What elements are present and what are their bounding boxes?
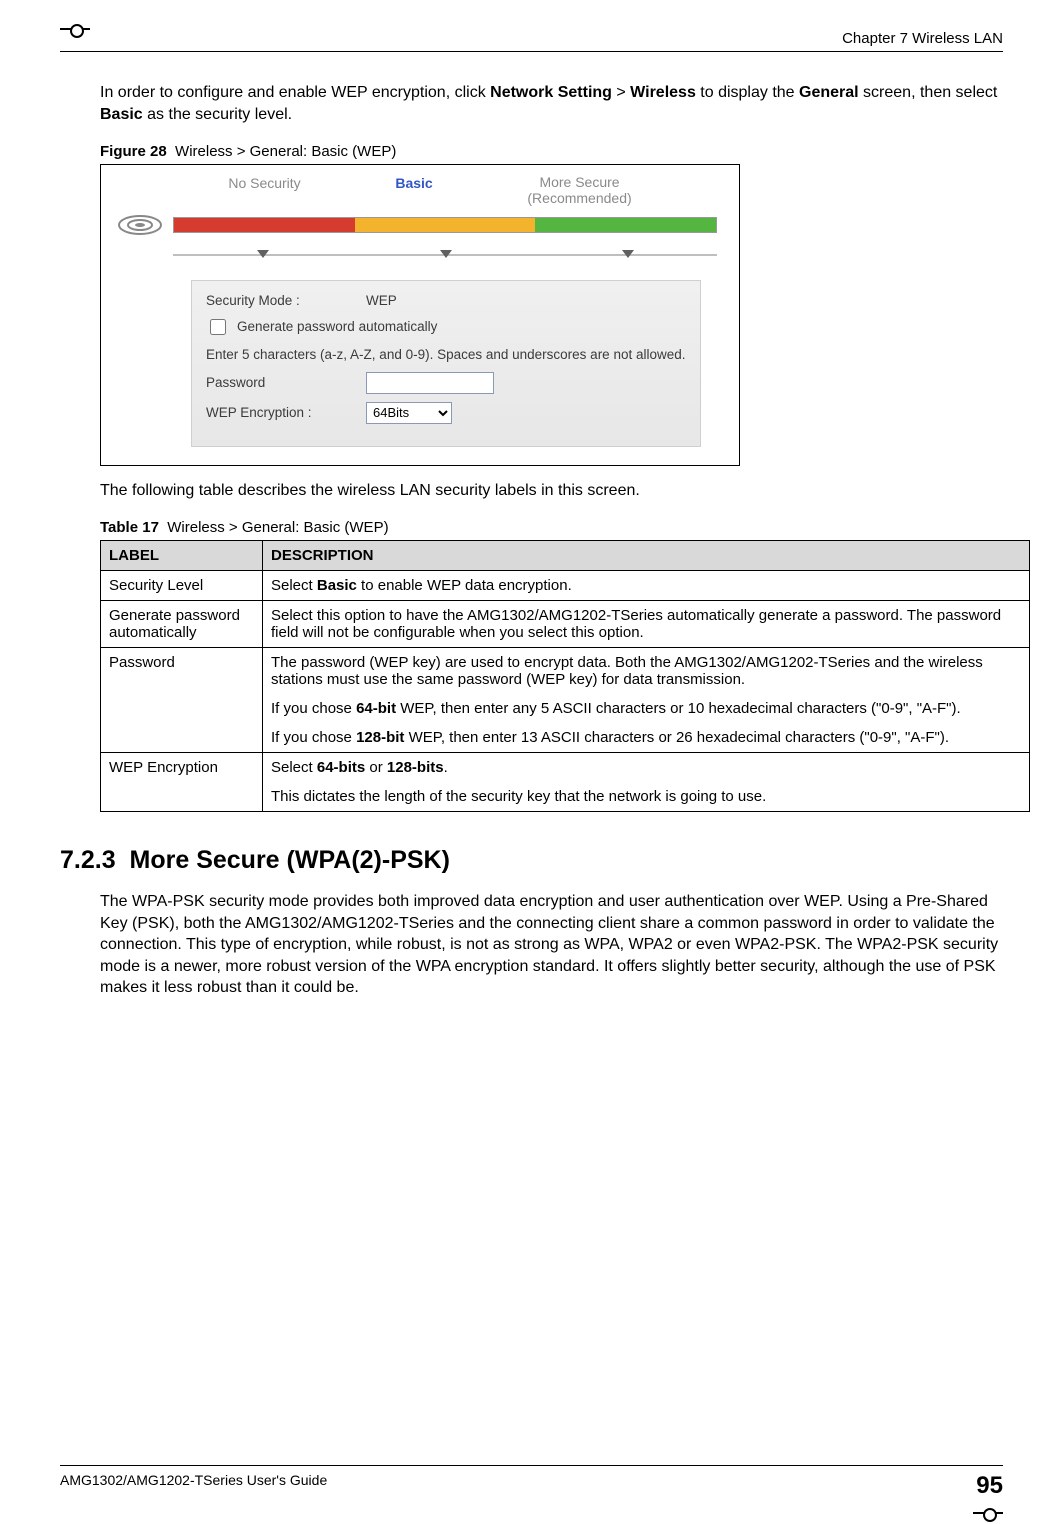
- security-slider[interactable]: [173, 240, 717, 268]
- figure-28-box: No Security Basic More Secure(Recommende…: [100, 164, 740, 465]
- wpa-psk-paragraph: The WPA-PSK security mode provides both …: [100, 891, 1003, 999]
- label-basic: Basic: [395, 175, 432, 206]
- security-mode-value: WEP: [366, 293, 397, 308]
- password-hint: Enter 5 characters (a-z, A-Z, and 0-9). …: [206, 346, 686, 364]
- wep-encryption-label: WEP Encryption :: [206, 405, 356, 420]
- slider-marker-no-security: [257, 250, 269, 258]
- figure-caption: Figure 28 Wireless > General: Basic (WEP…: [100, 143, 1003, 160]
- cell-description: Select 64-bits or 128-bits. This dictate…: [263, 753, 1030, 812]
- slider-marker-basic: [440, 250, 452, 258]
- cell-label: Generate password automatically: [101, 601, 263, 648]
- cell-description: The password (WEP key) are used to encry…: [263, 648, 1030, 753]
- th-label: LABEL: [101, 541, 263, 571]
- section-heading-7-2-3: 7.2.3 More Secure (WPA(2)-PSK): [60, 846, 1003, 875]
- wep-settings-panel: Security Mode : WEP Generate password au…: [191, 280, 701, 447]
- cell-label: Password: [101, 648, 263, 753]
- wep-encryption-select[interactable]: 64Bits: [366, 402, 452, 424]
- intro-paragraph: In order to configure and enable WEP enc…: [100, 82, 1003, 125]
- table-17: LABEL DESCRIPTION Security Level Select …: [100, 540, 1030, 812]
- page-number: 95: [976, 1472, 1003, 1500]
- header-ornament: [60, 22, 90, 36]
- th-description: DESCRIPTION: [263, 541, 1030, 571]
- password-label: Password: [206, 375, 356, 390]
- table-intro-paragraph: The following table describes the wirele…: [100, 480, 1003, 502]
- table-row: WEP Encryption Select 64-bits or 128-bit…: [101, 753, 1030, 812]
- cell-label: Security Level: [101, 571, 263, 601]
- password-input[interactable]: [366, 372, 494, 394]
- security-level-labels: No Security Basic More Secure(Recommende…: [111, 171, 729, 208]
- security-mode-label: Security Mode :: [206, 293, 356, 308]
- cell-description: Select this option to have the AMG1302/A…: [263, 601, 1030, 648]
- footer-guide-title: AMG1302/AMG1202-TSeries User's Guide: [60, 1472, 327, 1488]
- table-row: Password The password (WEP key) are used…: [101, 648, 1030, 753]
- generate-password-label: Generate password automatically: [237, 319, 437, 334]
- footer-ornament: [973, 1506, 1003, 1520]
- generate-password-checkbox[interactable]: [210, 319, 226, 335]
- slider-marker-more-secure: [622, 250, 634, 258]
- label-more-secure: More Secure(Recommended): [527, 175, 631, 206]
- label-no-security: No Security: [228, 175, 300, 206]
- security-bar: [173, 217, 717, 233]
- table-caption: Table 17 Wireless > General: Basic (WEP): [100, 519, 1003, 536]
- cell-label: WEP Encryption: [101, 753, 263, 812]
- disc-icon: [115, 210, 165, 240]
- table-row: Security Level Select Basic to enable WE…: [101, 571, 1030, 601]
- header-chapter: Chapter 7 Wireless LAN: [842, 30, 1003, 47]
- cell-description: Select Basic to enable WEP data encrypti…: [263, 571, 1030, 601]
- table-row: Generate password automatically Select t…: [101, 601, 1030, 648]
